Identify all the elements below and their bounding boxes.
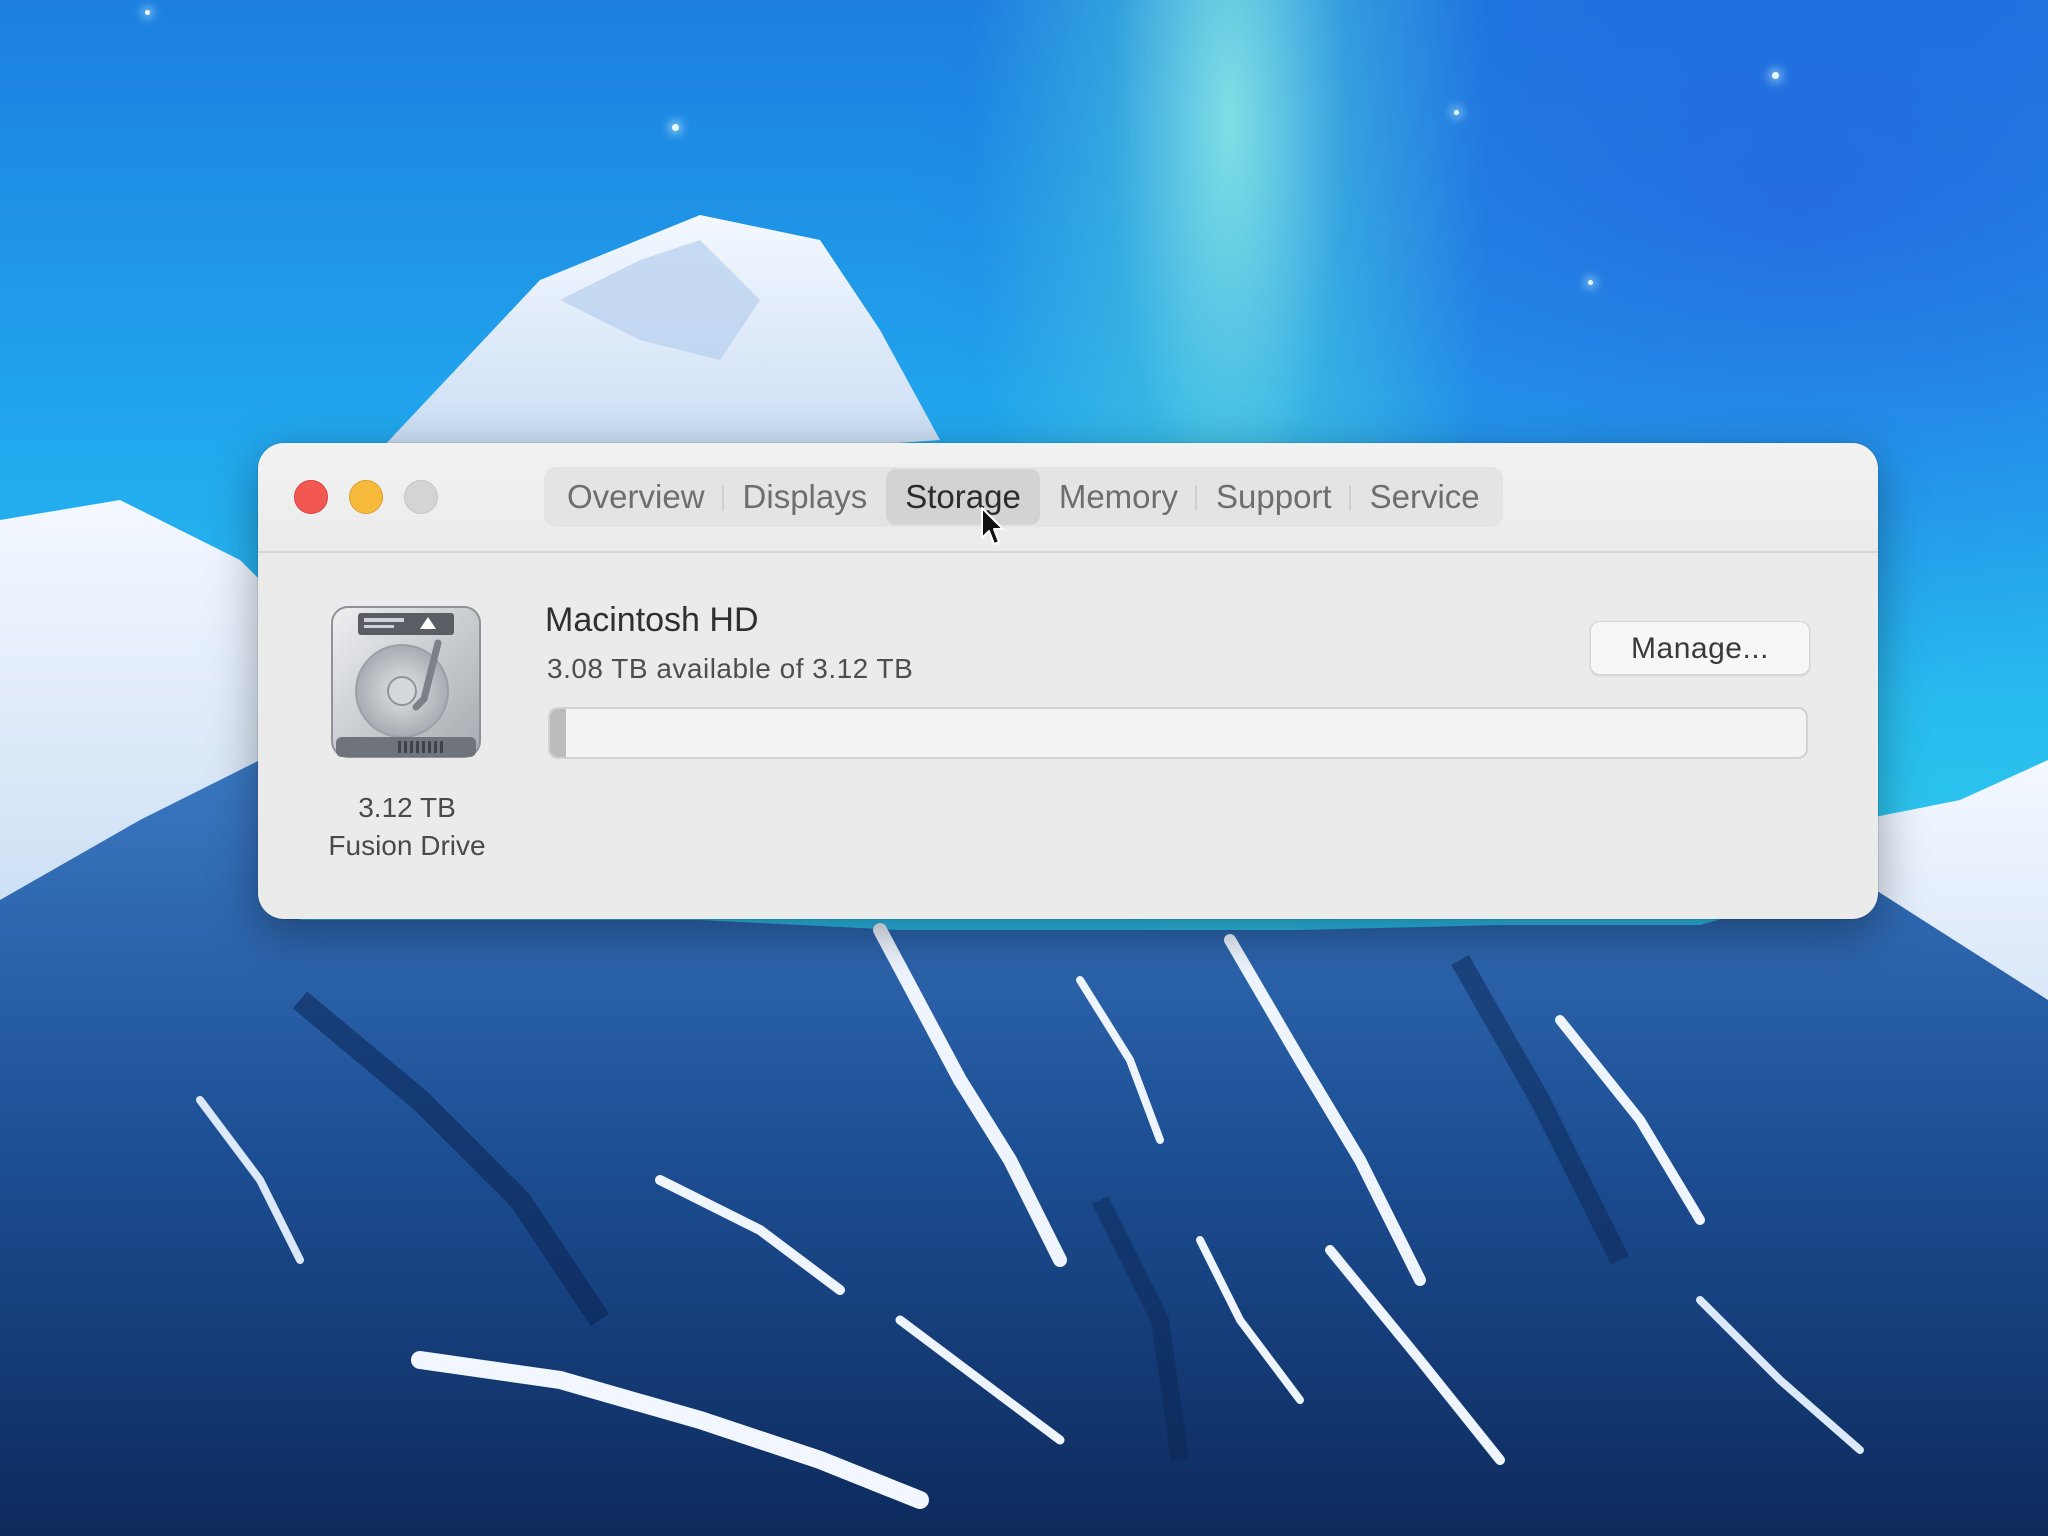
tab-overview[interactable]: Overview [548, 469, 724, 525]
volume-name: Macintosh HD [545, 601, 759, 639]
hard-drive-icon [331, 606, 481, 758]
tab-service[interactable]: Service [1351, 469, 1499, 525]
close-button[interactable] [294, 480, 328, 514]
volume-availability: 3.08 TB available of 3.12 TB [547, 653, 914, 684]
tab-storage[interactable]: Storage [886, 469, 1040, 525]
storage-pane: 3.12 TB Fusion Drive Macintosh HD 3.08 T… [258, 553, 1878, 919]
mouse-pointer-icon [981, 507, 1004, 545]
storage-usage-bar [548, 707, 1808, 759]
tab-support[interactable]: Support [1197, 469, 1351, 525]
manage-button[interactable]: Manage... [1590, 621, 1810, 675]
tab-bar: Overview Displays Storage Memory Support… [544, 467, 1503, 527]
zoom-button[interactable] [404, 480, 438, 514]
drive-size-label: 3.12 TB [358, 792, 456, 823]
minimize-button[interactable] [349, 480, 383, 514]
title-bar[interactable]: Overview Displays Storage Memory Support… [258, 443, 1878, 553]
tab-displays[interactable]: Displays [724, 469, 887, 525]
storage-usage-fill [550, 709, 567, 757]
tab-memory[interactable]: Memory [1040, 469, 1198, 525]
drive-type-label: Fusion Drive [328, 830, 486, 861]
about-this-mac-window: Overview Displays Storage Memory Support… [258, 443, 1878, 919]
